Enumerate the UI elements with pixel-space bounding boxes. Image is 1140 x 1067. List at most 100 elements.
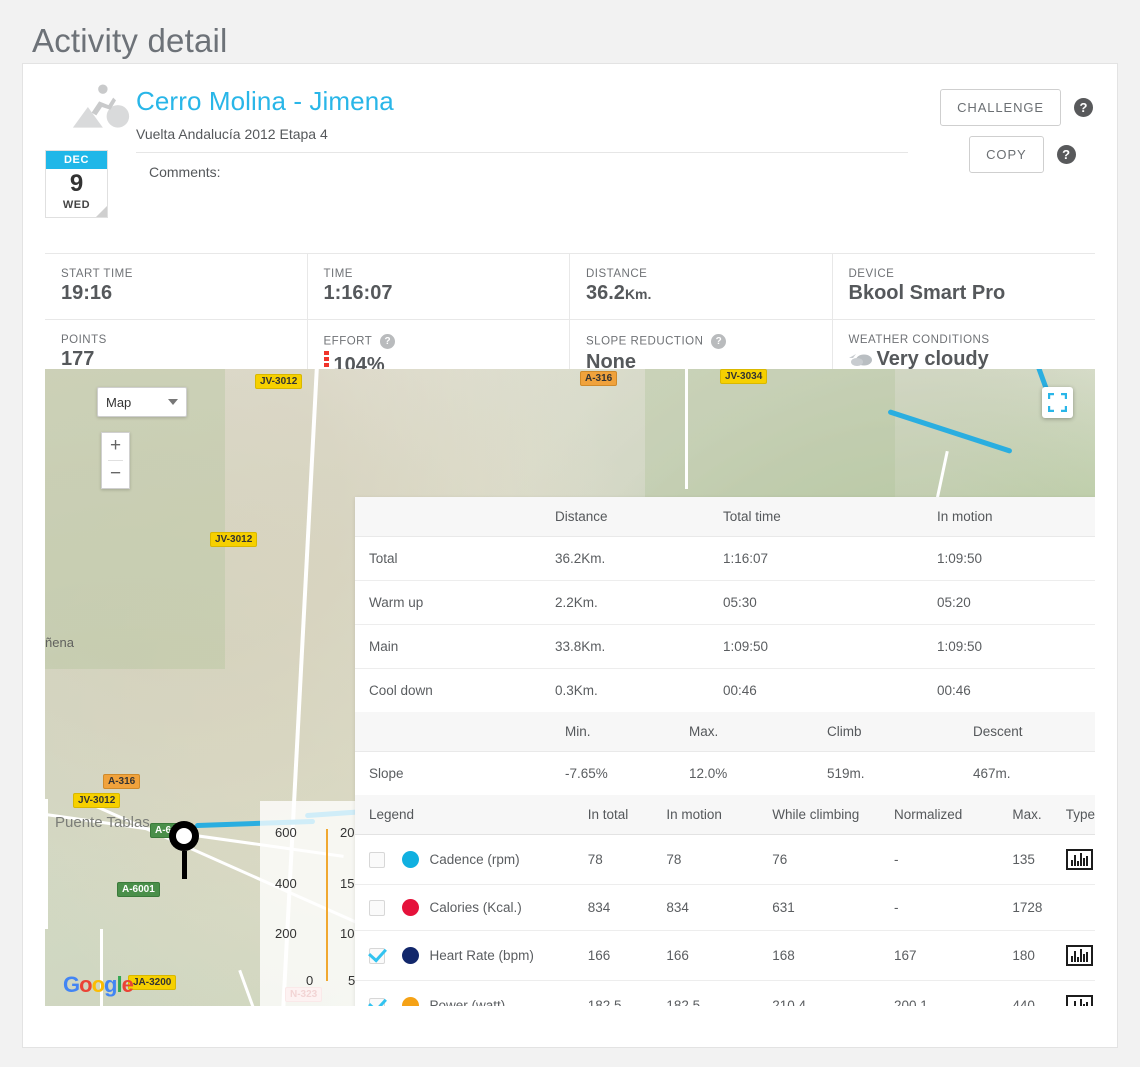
- cell-distance: 33.8Km.: [555, 624, 723, 669]
- table-header-row: Distance Total time In motion: [355, 497, 1095, 537]
- challenge-help-icon[interactable]: ?: [1074, 98, 1093, 117]
- road-shield: JV-3034: [720, 369, 768, 384]
- legend-color-dot: [401, 947, 419, 964]
- cell-while-climbing: 631: [772, 884, 894, 931]
- cell-while-climbing: 168: [772, 930, 894, 981]
- cell-max: 440: [1012, 980, 1066, 1006]
- page-title: Activity detail: [32, 22, 228, 59]
- cell-total-time: 1:09:50: [723, 624, 937, 669]
- road-shield: JV-3012: [210, 532, 258, 547]
- road-shield: A-316: [580, 371, 618, 386]
- slope-table: Min. Max. Climb Descent Slope -7.65% 12.…: [355, 712, 1095, 795]
- table-row: Main 33.8Km. 1:09:50 1:09:50: [355, 624, 1095, 669]
- cell-min: -7.65%: [565, 766, 608, 781]
- elev-left-axis: [326, 829, 328, 981]
- chart-type-button-heart-rate[interactable]: [1065, 945, 1093, 966]
- comments-label: Comments:: [149, 164, 221, 180]
- effort-help-icon[interactable]: ?: [380, 334, 396, 349]
- calendar-badge: DEC 9 WED: [45, 150, 108, 218]
- fullscreen-icon: [1048, 393, 1067, 412]
- header-actions: CHALLENGE ? COPY ?: [940, 89, 1093, 183]
- cloud-icon: [848, 354, 872, 366]
- cell-in-total: 182.5: [587, 980, 667, 1006]
- cell-in-motion: 834: [666, 884, 773, 931]
- weather-value: Very cloudy: [876, 348, 989, 370]
- distance-unit: Km.: [624, 286, 652, 302]
- table-header-row: Legend In total In motion While climbing…: [355, 795, 1095, 835]
- cell-descent: 467m.: [973, 766, 1011, 781]
- cell-type: [1065, 834, 1095, 885]
- challenge-button[interactable]: CHALLENGE: [940, 89, 1061, 126]
- stat-device: DEVICE Bkool Smart Pro: [832, 254, 1095, 320]
- summary-table: Distance Total time In motion Total 36.2…: [355, 497, 1095, 712]
- chart-type-button-cadence[interactable]: [1065, 849, 1093, 870]
- cell-distance: 36.2Km.: [555, 536, 723, 581]
- effort-bars-icon: [323, 351, 329, 369]
- legend-label: Power (watt): [429, 998, 506, 1006]
- legend-checkbox-cadence[interactable]: [369, 851, 385, 868]
- activity-stats-panel: Distance Total time In motion Total 36.2…: [355, 497, 1095, 1006]
- logo-letter: o: [79, 972, 92, 997]
- stat-label: START TIME: [61, 268, 133, 280]
- cell-type: [1065, 884, 1095, 931]
- cell-total-time: 1:16:07: [723, 536, 937, 581]
- table-row: Cadence (rpm) 78 78 76 - 135: [355, 834, 1095, 885]
- table-row: Slope -7.65% 12.0% 519m. 467m.: [355, 752, 1095, 796]
- calendar-day: 9: [69, 170, 84, 197]
- col-header-in-motion: In motion: [666, 795, 773, 835]
- elev-left-tick: 200: [275, 926, 297, 941]
- stat-value: 36.2Km.: [586, 282, 832, 305]
- stat-label: EFFORT?: [324, 334, 570, 349]
- activity-title-link[interactable]: Cerro Molina - Jimena: [136, 86, 394, 117]
- cell-in-motion: 05:20: [937, 580, 1095, 625]
- table-row: Cool down 0.3Km. 00:46 00:46: [355, 669, 1095, 713]
- legend-label: Cadence (rpm): [429, 852, 520, 867]
- map-zoom-controls[interactable]: + −: [101, 432, 130, 489]
- stat-value: 177: [61, 348, 95, 370]
- cell-while-climbing: 76: [772, 834, 894, 885]
- col-header-name: [355, 497, 555, 537]
- road-shield: JV-3012: [73, 793, 121, 808]
- calendar-fold: [96, 206, 107, 217]
- col-header-climb: Climb: [827, 712, 973, 752]
- activity-header: DEC 9 WED Cerro Molina - Jimena Vuelta A…: [23, 64, 1117, 234]
- legend-color-dot: [401, 997, 419, 1006]
- map-start-marker[interactable]: [169, 821, 199, 879]
- map-road: [685, 369, 688, 489]
- col-header-normalized: Normalized: [894, 795, 1013, 835]
- table-row: Heart Rate (bpm) 166 166 168 167 180: [355, 930, 1095, 981]
- elev-left-tick: 600: [275, 825, 297, 840]
- col-header-in-total: In total: [587, 795, 667, 835]
- fullscreen-button[interactable]: [1042, 387, 1073, 418]
- road-shield: A-316: [103, 774, 141, 789]
- legend-checkbox-calories[interactable]: [369, 899, 385, 916]
- zoom-out-button[interactable]: −: [102, 461, 129, 488]
- legend-checkbox-power[interactable]: [369, 997, 385, 1006]
- slope-reduction-help-icon[interactable]: ?: [711, 334, 727, 349]
- stat-label: POINTS: [61, 334, 107, 346]
- stat-label: DEVICE: [848, 268, 895, 280]
- stat-label-text: EFFORT: [323, 335, 373, 348]
- stat-value: Bkool Smart Pro: [848, 282, 1006, 304]
- elev-left-tick: 400: [275, 876, 297, 891]
- copy-help-icon[interactable]: ?: [1056, 145, 1076, 164]
- cell-in-motion: 78: [666, 834, 773, 885]
- map-type-select[interactable]: Map: [97, 387, 187, 417]
- map-container[interactable]: JV-3012 A-316 JV-3034 JV-3012 A-316 JV-3…: [45, 369, 1095, 1006]
- cell-in-motion: 1:09:50: [937, 536, 1095, 581]
- chevron-down-icon: [168, 399, 178, 405]
- stat-distance: DISTANCE 36.2Km.: [570, 254, 833, 320]
- distance-number: 36.2: [586, 282, 625, 304]
- legend-checkbox-heart-rate[interactable]: [369, 947, 385, 964]
- cell-climb: 519m.: [827, 766, 865, 781]
- legend-table: Legend In total In motion While climbing…: [355, 795, 1095, 1006]
- copy-button[interactable]: COPY: [969, 136, 1044, 173]
- cell-in-motion: 00:46: [937, 683, 971, 698]
- google-logo: Google: [63, 972, 134, 998]
- col-header-descent: Descent: [973, 712, 1095, 752]
- chart-type-button-power[interactable]: [1065, 995, 1093, 1006]
- legend-name-cell: Power (watt): [355, 980, 588, 1006]
- cell-max: 1728: [1012, 884, 1066, 931]
- cell-in-motion: 1:09:50: [937, 624, 1095, 669]
- zoom-in-button[interactable]: +: [102, 433, 129, 460]
